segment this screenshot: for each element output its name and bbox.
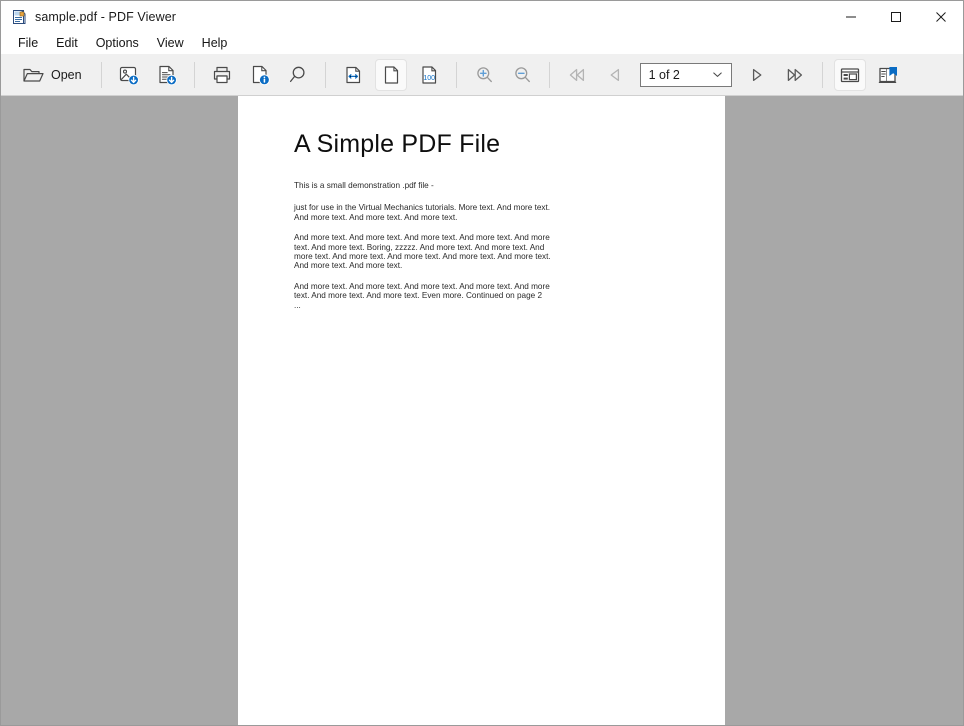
toolbar: Open [1,54,963,96]
previous-page-button[interactable] [599,59,631,91]
first-page-button[interactable] [561,59,593,91]
image-download-icon [117,63,141,87]
toolbar-separator [325,62,326,88]
last-page-icon [783,63,807,87]
open-button-label: Open [51,68,82,82]
fit-page-icon [379,63,403,87]
zoom-in-button[interactable] [468,59,500,91]
chevron-down-icon [712,69,731,80]
magnifier-icon [286,63,310,87]
fit-width-icon [341,63,365,87]
next-page-icon [745,63,769,87]
document-paragraph: just for use in the Virtual Mechanics tu… [294,203,551,222]
menu-item-options[interactable]: Options [87,34,148,52]
svg-text:100: 100 [423,75,435,82]
page-selector-value: 1 of 2 [641,68,712,82]
toggle-sidebar-button[interactable] [834,59,866,91]
document-heading: A Simple PDF File [294,130,673,159]
menu-item-view[interactable]: View [148,34,193,52]
document-download-icon [155,63,179,87]
window-controls [828,1,963,32]
bookmark-book-icon [876,63,900,87]
window-title: sample.pdf - PDF Viewer [35,10,176,24]
title-bar: sample.pdf - PDF Viewer [1,1,963,32]
next-page-button[interactable] [741,59,773,91]
find-button[interactable] [282,59,314,91]
bookmarks-button[interactable] [872,59,904,91]
document-paragraph: This is a small demonstration .pdf file … [294,181,551,190]
panel-layout-icon [838,63,862,87]
printer-icon [210,63,234,87]
toolbar-separator [101,62,102,88]
document-paragraph: And more text. And more text. And more t… [294,233,551,271]
toolbar-separator [549,62,550,88]
page-selector[interactable]: 1 of 2 [640,63,732,87]
document-info-icon [248,63,272,87]
toolbar-separator [194,62,195,88]
zoom-out-button[interactable] [506,59,538,91]
menu-item-help[interactable]: Help [193,34,237,52]
menu-item-edit[interactable]: Edit [47,34,87,52]
previous-page-icon [603,63,627,87]
first-page-icon [565,63,589,87]
zoom-in-icon [472,63,496,87]
save-text-as-button[interactable] [151,59,183,91]
zoom-100-icon: 100 [417,63,441,87]
toolbar-separator [822,62,823,88]
pdf-viewer-window: sample.pdf - PDF Viewer File Ed [0,0,964,726]
last-page-button[interactable] [779,59,811,91]
document-properties-button[interactable] [244,59,276,91]
zoom-actual-size-button[interactable]: 100 [413,59,445,91]
menu-item-file[interactable]: File [9,34,47,52]
maximize-icon[interactable] [873,1,918,32]
close-icon[interactable] [918,1,963,32]
pdf-page: A Simple PDF File This is a small demons… [238,96,725,725]
menu-bar: File Edit Options View Help [1,32,963,54]
open-folder-icon [22,64,44,86]
document-viewport[interactable]: A Simple PDF File This is a small demons… [1,96,963,725]
fit-page-button[interactable] [375,59,407,91]
pdf-page-content: A Simple PDF File This is a small demons… [238,96,725,310]
open-button[interactable]: Open [14,59,90,91]
pdf-document-icon [11,9,27,25]
zoom-out-icon [510,63,534,87]
document-paragraph: And more text. And more text. And more t… [294,282,551,310]
fit-width-button[interactable] [337,59,369,91]
minimize-icon[interactable] [828,1,873,32]
print-button[interactable] [206,59,238,91]
save-image-as-button[interactable] [113,59,145,91]
toolbar-separator [456,62,457,88]
